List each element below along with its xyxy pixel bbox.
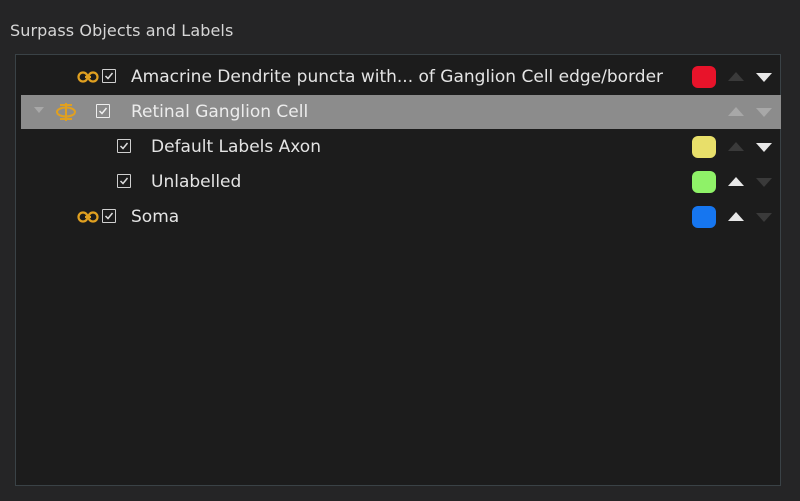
move-down-arrow-icon[interactable] — [756, 143, 772, 152]
move-up-arrow-icon[interactable] — [728, 212, 744, 221]
linked-group-icon[interactable] — [54, 102, 78, 122]
list-item-unlabelled[interactable]: Unlabelled — [21, 165, 781, 199]
color-swatch[interactable] — [692, 171, 716, 193]
visibility-checkbox[interactable] — [117, 139, 131, 153]
move-up-arrow-icon[interactable] — [728, 72, 744, 81]
color-swatch[interactable] — [692, 136, 716, 158]
chain-link-icon[interactable] — [76, 70, 100, 84]
move-down-arrow-icon[interactable] — [756, 213, 772, 222]
checkmark-icon — [104, 72, 114, 80]
move-up-arrow-icon[interactable] — [728, 142, 744, 151]
expand-collapse-arrow-icon[interactable] — [34, 107, 44, 113]
move-up-arrow-icon[interactable] — [728, 107, 744, 116]
list-item-soma[interactable]: Soma — [21, 200, 781, 234]
visibility-checkbox[interactable] — [102, 209, 116, 223]
list-item-retinal-ganglion-cell[interactable]: Retinal Ganglion Cell — [21, 95, 781, 129]
checkmark-icon — [119, 177, 129, 185]
move-up-arrow-icon[interactable] — [728, 177, 744, 186]
visibility-checkbox[interactable] — [102, 69, 116, 83]
objects-list[interactable]: Amacrine Dendrite puncta with... of Gang… — [15, 54, 781, 486]
object-label: Unlabelled — [151, 172, 242, 192]
checkmark-icon — [98, 107, 108, 115]
list-item-amacrine-dendrite-puncta[interactable]: Amacrine Dendrite puncta with... of Gang… — [21, 60, 781, 94]
color-swatch[interactable] — [692, 206, 716, 228]
object-label: Default Labels Axon — [151, 137, 321, 157]
checkmark-icon — [104, 212, 114, 220]
checkmark-icon — [119, 142, 129, 150]
move-down-arrow-icon[interactable] — [756, 73, 772, 82]
surpass-objects-panel: Surpass Objects and Labels Amacrine Dend… — [0, 0, 800, 501]
visibility-checkbox[interactable] — [117, 174, 131, 188]
move-down-arrow-icon[interactable] — [756, 108, 772, 117]
object-label: Retinal Ganglion Cell — [131, 102, 309, 122]
object-label: Amacrine Dendrite puncta with... of Gang… — [131, 67, 664, 87]
list-item-default-labels-axon[interactable]: Default Labels Axon — [21, 130, 781, 164]
panel-title: Surpass Objects and Labels — [10, 21, 234, 40]
visibility-checkbox[interactable] — [96, 104, 110, 118]
move-down-arrow-icon[interactable] — [756, 178, 772, 187]
object-label: Soma — [131, 207, 180, 227]
chain-link-icon[interactable] — [76, 210, 100, 224]
color-swatch[interactable] — [692, 66, 716, 88]
